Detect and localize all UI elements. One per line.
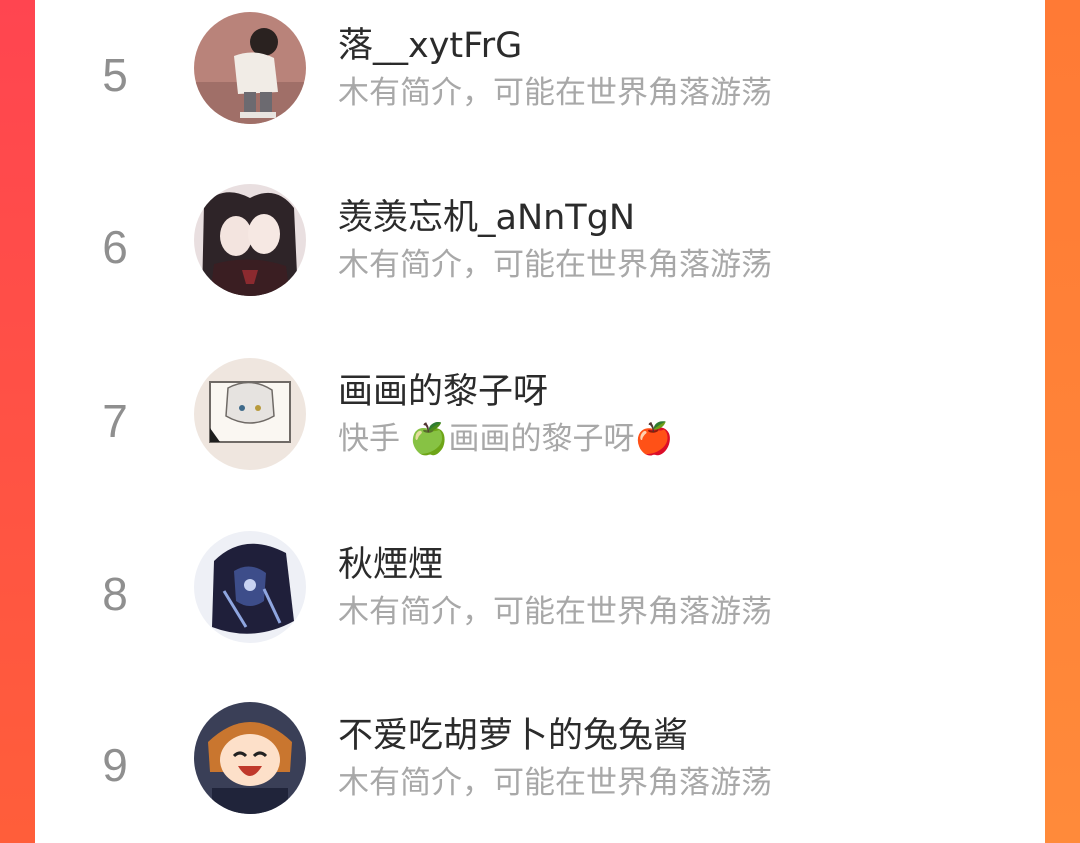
- avatar-dark-anime-icon[interactable]: [194, 531, 306, 643]
- left-gradient-border: [0, 0, 35, 843]
- user-name[interactable]: 秋煙煙: [338, 543, 443, 587]
- user-bio: 木有简介，可能在世界角落游荡: [338, 247, 772, 283]
- user-bio: 快手 🍏画画的黎子呀🍎: [338, 421, 674, 457]
- rank-number: 7: [102, 395, 128, 447]
- avatar-child-white-hoodie-icon[interactable]: [194, 12, 306, 124]
- ranking-row[interactable]: 6 羡羡忘机_aNnTgN 木有简介，可能在世界角落游荡: [35, 172, 1045, 322]
- rank-number: 6: [102, 221, 128, 273]
- user-name[interactable]: 落__xytFrG: [338, 24, 522, 68]
- ranking-list: 5 落__xytFrG 木有简介，可能在世界角落游荡 6 羡羡忘机_aNnTgN…: [35, 0, 1045, 843]
- ranking-row[interactable]: 8 秋煙煙 木有简介，可能在世界角落游荡: [35, 519, 1045, 669]
- user-name[interactable]: 羡羡忘机_aNnTgN: [338, 196, 635, 240]
- user-name[interactable]: 不爱吃胡萝卜的兔兔酱: [338, 714, 688, 758]
- avatar-anime-sketch-icon[interactable]: [194, 358, 306, 470]
- user-bio: 木有简介，可能在世界角落游荡: [338, 75, 772, 111]
- user-bio: 木有简介，可能在世界角落游荡: [338, 765, 772, 801]
- right-gradient-border: [1045, 0, 1080, 843]
- ranking-row[interactable]: 5 落__xytFrG 木有简介，可能在世界角落游荡: [35, 0, 1045, 150]
- avatar-anime-couple-icon[interactable]: [194, 184, 306, 296]
- ranking-row[interactable]: 9 不爱吃胡萝卜的兔兔酱 木有简介，可能在世界角落游荡: [35, 690, 1045, 840]
- rank-number: 9: [102, 739, 128, 791]
- ranking-row[interactable]: 7 画画的黎子呀 快手 🍏画画的黎子呀🍎: [35, 346, 1045, 496]
- rank-number: 5: [102, 49, 128, 101]
- avatar-laughing-girl-icon[interactable]: [194, 702, 306, 814]
- user-name[interactable]: 画画的黎子呀: [338, 370, 548, 414]
- rank-number: 8: [102, 568, 128, 620]
- user-bio: 木有简介，可能在世界角落游荡: [338, 594, 772, 630]
